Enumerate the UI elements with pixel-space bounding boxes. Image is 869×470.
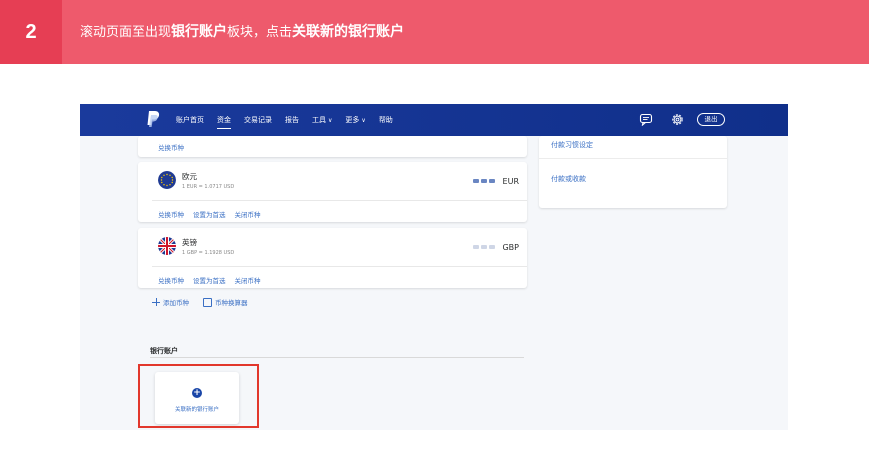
calculator-icon [203,297,212,307]
bank-accounts-title: 银行账户 [150,347,178,355]
divider [539,158,727,159]
close-currency-link[interactable]: 关闭币种 [235,209,261,219]
currency-name: 欧元 [182,172,197,181]
convert-currency-link[interactable]: 兑换币种 [158,142,184,152]
set-primary-link[interactable]: 设置为首选 [193,209,226,219]
payment-settings-panel: 付款习惯设定 付款或收款 [539,136,727,208]
balance-mask-icon [473,179,495,185]
nav-item-tools[interactable]: 工具 ∨ [312,115,332,125]
nav-item-transactions[interactable]: 交易记录 [244,115,272,125]
step-instruction: 滚动页面至出现银行账户板块，点击关联新的银行账户 [80,0,404,64]
nav-item-more[interactable]: 更多 ∨ [345,115,365,125]
nav-item-funds[interactable]: 资金 [217,115,231,129]
close-currency-link[interactable]: 关闭币种 [235,275,261,285]
nav-item-help[interactable]: 帮助 [379,115,393,125]
logout-button[interactable]: 退出 [697,113,725,126]
nav-label: 账户首页 [176,116,204,124]
nav-menu: 账户首页 资金 交易记录 报告 工具 ∨ 更多 ∨ 帮助 [176,104,393,136]
balance-mask-icon [473,245,495,251]
nav-item-home[interactable]: 账户首页 [176,115,204,125]
top-navigation: 账户首页 资金 交易记录 报告 工具 ∨ 更多 ∨ 帮助 退出 [80,104,788,136]
instruction-text-2: 板块，点击 [227,25,293,40]
nav-label: 更多 [345,116,360,124]
send-receive-link[interactable]: 付款或收款 [551,174,586,184]
nav-label: 报告 [285,116,299,124]
currency-card-eur: 欧元 1 EUR = 1.0717 USD EUR 兑换币种 设置为首选 关闭币… [138,162,527,222]
highlight-box [138,364,259,428]
currency-code: GBP [502,243,519,252]
payment-preferences-link[interactable]: 付款习惯设定 [551,140,593,150]
currency-converter-label: 币种换算器 [215,299,248,307]
nav-label: 交易记录 [244,116,272,124]
eu-flag-icon [158,171,176,189]
chevron-down-icon: ∨ [361,117,366,124]
add-currency-label: 添加币种 [163,299,189,307]
add-currency-button[interactable]: 添加币种 [152,297,189,307]
gear-icon[interactable] [670,112,685,127]
set-primary-link[interactable]: 设置为首选 [193,275,226,285]
instruction-bold-1: 银行账户 [171,24,228,40]
currency-actions: 兑换币种 设置为首选 关闭币种 [158,209,261,219]
divider [150,357,524,358]
step-number: 2 [0,0,62,64]
paypal-logo-icon [147,111,160,127]
currency-converter-button[interactable]: 币种换算器 [203,297,248,307]
nav-label: 帮助 [378,116,393,124]
step-banner: 2 滚动页面至出现银行账户板块，点击关联新的银行账户 [0,0,869,64]
currency-card-gbp: 英镑 1 GBP = 1.1928 USD GBP 兑换币种 设置为首选 关闭币… [138,228,527,288]
nav-label: 工具 [312,116,326,124]
nav-label: 资金 [217,116,231,124]
currency-code: EUR [502,177,519,186]
currency-name: 英镑 [182,238,197,247]
exchange-rate: 1 EUR = 1.0717 USD [182,184,235,190]
uk-flag-icon [158,237,176,255]
currency-card-partial: 兑换币种 [138,136,527,157]
plus-icon [152,298,160,306]
exchange-rate: 1 GBP = 1.1928 USD [182,250,235,256]
message-icon[interactable] [639,113,653,126]
convert-currency-link[interactable]: 兑换币种 [158,275,184,285]
instruction-bold-2: 关联新的银行账户 [292,24,405,40]
divider [152,200,527,201]
currency-actions: 兑换币种 设置为首选 关闭币种 [158,275,261,285]
nav-item-reports[interactable]: 报告 [285,115,299,125]
currency-tools-row: 添加币种 币种换算器 [152,297,248,307]
instruction-text-1: 滚动页面至出现 [80,25,172,40]
divider [152,266,527,267]
chevron-down-icon: ∨ [328,117,333,124]
convert-currency-link[interactable]: 兑换币种 [158,209,184,219]
